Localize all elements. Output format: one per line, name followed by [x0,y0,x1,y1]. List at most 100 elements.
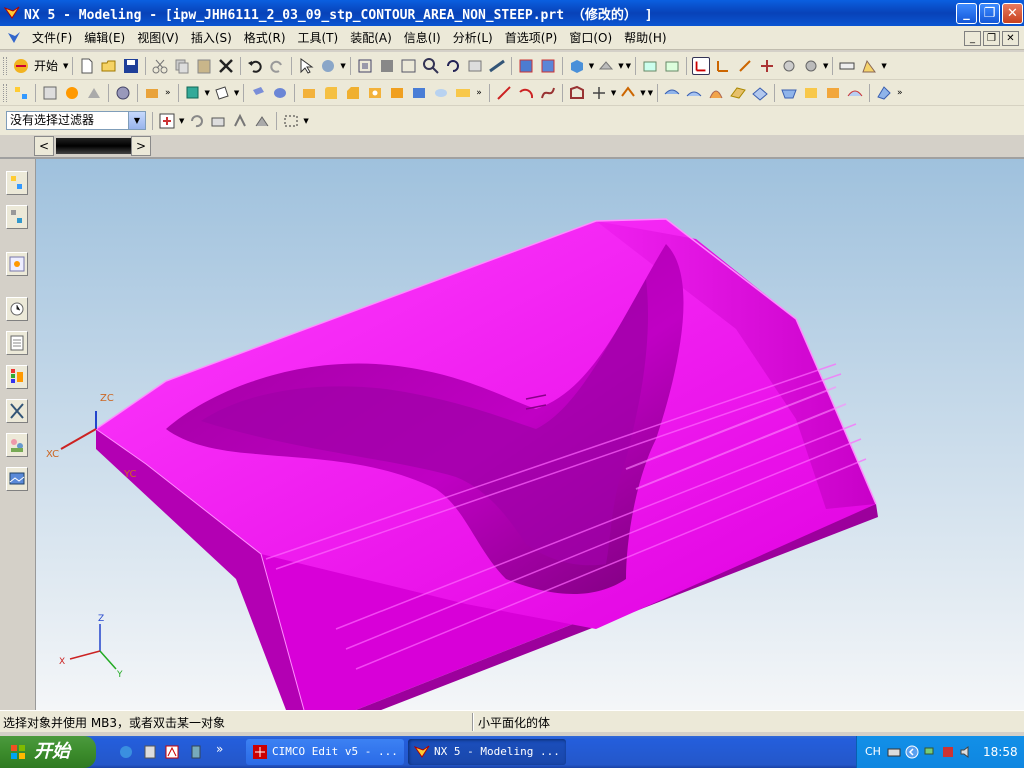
swept-icon[interactable] [707,84,725,102]
layer-visible-icon[interactable] [663,57,681,75]
assembly-icon[interactable] [143,84,161,102]
pan-icon[interactable] [466,57,484,75]
paste-icon[interactable] [195,57,213,75]
hole-icon[interactable] [366,84,384,102]
wcs-display-icon[interactable] [780,57,798,75]
chamfer-icon[interactable] [344,84,362,102]
maximize-button[interactable]: ❐ [979,3,1000,24]
blend-icon[interactable] [322,84,340,102]
drafting-icon[interactable] [41,84,59,102]
active-document-tab[interactable] [56,138,132,154]
roles-icon[interactable] [6,433,28,457]
dropdown-arrow-icon[interactable]: ▼ [179,117,184,125]
chevron-down-icon[interactable]: ▼ [128,112,145,129]
intersection-icon[interactable] [590,84,608,102]
menu-preferences[interactable]: 首选项(P) [499,29,564,46]
dropdown-arrow-icon[interactable]: ▼ [648,89,653,97]
extension-icon[interactable] [824,84,842,102]
undo-selection-icon[interactable] [187,112,205,130]
toolbar-grip[interactable] [3,83,7,102]
block-icon[interactable] [300,84,318,102]
more-tools-chevron[interactable]: » [165,88,171,98]
menu-file[interactable]: 文件(F) [26,29,78,46]
dropdown-arrow-icon[interactable]: ▼ [823,62,828,70]
fit-icon[interactable] [356,57,374,75]
menu-tools[interactable]: 工具(T) [292,29,345,46]
trim-body-icon[interactable] [410,84,428,102]
x-form-icon[interactable] [780,84,798,102]
network-icon[interactable] [923,745,937,759]
redo-icon[interactable] [268,57,286,75]
arc-icon[interactable] [517,84,535,102]
keyboard-icon[interactable] [887,745,901,759]
render-style-icon[interactable] [568,57,586,75]
dropdown-arrow-icon[interactable]: ▼ [234,89,239,97]
history-icon[interactable] [6,297,28,321]
taskbar-item-cimco[interactable]: CIMCO Edit v5 - ... [246,739,404,765]
copy-icon[interactable] [173,57,191,75]
surface-mesh-icon[interactable] [685,84,703,102]
start-button[interactable]: 开始 [0,736,96,768]
menu-window[interactable]: 窗口(O) [563,29,618,46]
dropdown-arrow-icon[interactable]: ▼ [618,62,623,70]
menu-information[interactable]: 信息(I) [398,29,447,46]
graphics-viewport[interactable]: ZC XC YC Z X Y [36,159,1024,710]
security-icon[interactable] [941,745,955,759]
save-icon[interactable] [122,57,140,75]
toolbar-grip[interactable] [3,56,7,75]
mdi-restore-button[interactable]: ❐ [983,31,1000,46]
mdi-close-button[interactable]: ✕ [1002,31,1019,46]
select-assemblies-icon[interactable] [253,112,271,130]
menu-assemblies[interactable]: 装配(A) [344,29,398,46]
surface-through-curves-icon[interactable] [663,84,681,102]
system-visual-scene-icon[interactable] [6,467,28,491]
menu-insert[interactable]: 插入(S) [185,29,238,46]
shaded-edges-icon[interactable] [517,57,535,75]
new-file-icon[interactable] [78,57,96,75]
menu-view[interactable]: 视图(V) [131,29,185,46]
more-features-chevron[interactable]: » [476,88,482,98]
wcs-save-icon[interactable] [802,57,820,75]
dropdown-arrow-icon[interactable]: ▼ [303,117,308,125]
process-studio-icon[interactable] [6,399,28,423]
boolean-icon[interactable] [432,84,450,102]
wcs-orient-icon[interactable] [758,57,776,75]
language-indicator[interactable]: CH [865,745,881,758]
title-bar[interactable]: NX 5 - Modeling - [ipw_JHH6111_2_03_09_s… [0,0,1024,26]
open-folder-icon[interactable] [100,57,118,75]
sheet-metal-icon[interactable] [85,84,103,102]
close-button[interactable]: ✕ [1002,3,1023,24]
magnify-icon[interactable] [422,57,440,75]
viewport-canvas[interactable]: ZC XC YC Z X Y [36,159,1024,710]
sketch-icon[interactable] [184,84,202,102]
assembly-navigator-icon[interactable] [6,171,28,195]
wcs-origin-icon[interactable] [714,57,732,75]
select-components-icon[interactable] [231,112,249,130]
project-curve-icon[interactable] [619,84,637,102]
part-navigator-icon[interactable] [6,252,28,276]
selection-scope-icon[interactable] [158,112,176,130]
dropdown-arrow-icon[interactable]: ▼ [626,62,631,70]
offset-icon[interactable] [454,84,472,102]
type-filter-dropdown[interactable]: 没有选择过滤器 ▼ [6,111,146,130]
revolve-icon[interactable] [271,84,289,102]
menu-edit[interactable]: 编辑(E) [78,29,131,46]
shaded-icon[interactable] [539,57,557,75]
measure-angle-icon[interactable] [860,57,878,75]
tray-expand-icon[interactable] [905,745,919,759]
delete-icon[interactable] [217,57,235,75]
menu-format[interactable]: 格式(R) [238,29,292,46]
edit-surface-icon[interactable] [875,84,893,102]
rotate-icon[interactable] [444,57,462,75]
zoom-window-icon[interactable] [378,57,396,75]
measure-distance-icon[interactable] [838,57,856,75]
dropdown-arrow-icon[interactable]: ▼ [205,89,210,97]
menu-analysis[interactable]: 分析(L) [447,29,499,46]
ruled-icon[interactable] [729,84,747,102]
shape-studio-icon[interactable] [63,84,81,102]
spline-icon[interactable] [539,84,557,102]
layer-settings-icon[interactable] [641,57,659,75]
dropdown-arrow-icon[interactable]: ▼ [340,62,345,70]
bridge-surface-icon[interactable] [802,84,820,102]
dropdown-arrow-icon[interactable]: ▼ [640,89,645,97]
